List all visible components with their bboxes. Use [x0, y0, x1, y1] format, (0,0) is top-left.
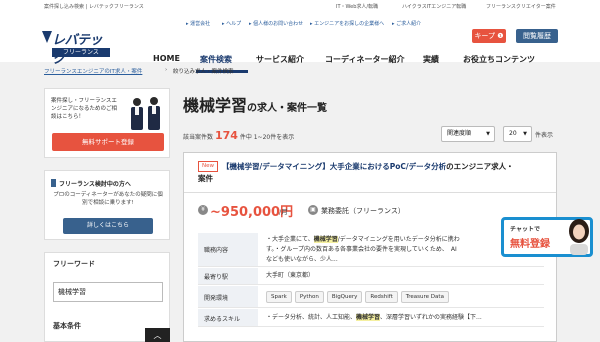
util-link-job-intro[interactable]: ▸ ご求人紹介: [392, 20, 421, 27]
keep-button[interactable]: キープ ❶: [472, 29, 506, 43]
top-link-creator[interactable]: フリーランスクリエイター案件: [486, 3, 556, 10]
top-link-it-web[interactable]: IT・Web求人/転職: [336, 3, 378, 10]
per-page-label: 件表示: [535, 132, 554, 139]
breadcrumb-current: 絞り込み求人・案件検索: [173, 69, 234, 75]
row-label: 求めるスキル: [198, 309, 258, 326]
logo-sub-text: フリーランス: [52, 48, 110, 57]
tag-treasure-data: Treasure Data: [400, 291, 449, 303]
nav-home[interactable]: HOME: [153, 54, 180, 63]
nav-job-search[interactable]: 案件検索: [200, 54, 232, 65]
flag-icon: [51, 179, 56, 187]
nav-content[interactable]: お役立ちコンテンツ: [463, 54, 535, 65]
chat-register-widget[interactable]: チャットで 無料登録: [501, 217, 593, 257]
consult-box: フリーランス検討中の方へ プロのコーディネーターがあなたの疑問に個別で相談に乗り…: [44, 170, 170, 240]
consult-detail-button[interactable]: 詳しくはこちら: [63, 218, 153, 234]
result-count-number: 174: [214, 129, 238, 142]
new-badge: New: [198, 161, 218, 172]
history-button[interactable]: 閲覧履歴: [516, 29, 558, 43]
util-link-contact[interactable]: ▸ 個人様のお問い合わせ: [249, 20, 303, 27]
row-label: 最寄り駅: [198, 268, 258, 284]
top-bar-title: 案件探し込み検索 | レバテックフリーランス: [44, 4, 144, 10]
job-row-station: 最寄り駅 大手町（東京都）: [198, 268, 544, 285]
basic-conditions-title: 基本条件: [53, 322, 81, 330]
free-support-register-button[interactable]: 無料サポート登録: [52, 133, 164, 151]
promo-text: 案件探し・フリーランスエンジニアになるためのご相談はこちら！: [51, 98, 118, 120]
job-title[interactable]: 【機械学習/データマイニング】大手企業におけるPoC/データ分析のエンジニア求人…: [222, 161, 547, 173]
tag-spark: Spark: [266, 291, 292, 303]
chevron-down-icon: ▼: [486, 131, 490, 137]
result-count: 該当案件数 174 件中 1~20件を表示: [183, 129, 295, 142]
logo-mark-icon: [42, 31, 52, 43]
nav-results[interactable]: 実績: [423, 54, 439, 65]
job-row-skills: 求めるスキル ・データ分析、統計、人工知能、機械学習、深層学習いずれかの実務経験…: [198, 309, 544, 327]
row-label: 開発環境: [198, 286, 258, 307]
job-row-environment: 開発環境 Spark Python BigQuery Redshift Treasure…: [198, 286, 544, 308]
tag-list: Spark Python BigQuery Redshift Treasure Data: [266, 291, 452, 303]
station-text: 大手町（東京都）: [266, 272, 315, 279]
top-link-highclass[interactable]: ハイクラスITエンジニア転職: [402, 3, 466, 10]
freeword-title: フリーワード: [53, 260, 95, 268]
duties-text: ・大手企業にて、機械学習/データマイニングを用いたデータ分析に携わ す。・グルー…: [266, 236, 460, 263]
per-month-label: /月: [279, 208, 288, 216]
breadcrumb-link[interactable]: フリーランスエンジニアのIT求人・案件: [44, 67, 142, 75]
tag-bigquery: BigQuery: [326, 291, 363, 303]
job-card-header: New 【機械学習/データマイニング】大手企業におけるPoC/データ分析のエンジ…: [184, 153, 556, 193]
operator-avatar: [569, 219, 589, 255]
scroll-top-icon[interactable]: ︿: [145, 328, 170, 342]
chevron-down-icon: ▼: [523, 131, 527, 137]
chat-small-label: チャットで: [510, 226, 540, 233]
nav-service[interactable]: サービス紹介: [256, 54, 304, 65]
chat-large-label: 無料登録: [510, 239, 550, 250]
yen-icon: ¥: [198, 205, 208, 215]
consult-desc: プロのコーディネーターがあなたの疑問に個別で相談に乗ります!: [53, 192, 163, 206]
util-link-help[interactable]: ▸ ヘルプ: [222, 20, 241, 27]
briefcase-icon: ▣: [308, 205, 318, 215]
page-title: 機械学習の求人・案件一覧: [183, 96, 328, 115]
site-header: レバテック フリーランス ▸ 運営会社 ▸ ヘルプ ▸ 個人様のお問い合わせ ▸…: [0, 12, 600, 73]
util-link-enterprise[interactable]: ▸ エンジニアをお探しの企業様へ: [310, 20, 384, 27]
coordinators-image: [131, 97, 160, 130]
skills-text: ・データ分析、統計、人工知能、機械学習、深層学習いずれかの実務経験【下...: [266, 314, 482, 321]
logo[interactable]: レバテック フリーランス: [42, 29, 114, 67]
keep-count-icon: ❶: [497, 32, 504, 40]
job-row-duties: 職務内容 ・大手企業にて、機械学習/データマイニングを用いたデータ分析に携わ す…: [198, 233, 544, 267]
top-bar: 案件探し込み検索 | レバテックフリーランス IT・Web求人/転職 ハイクラス…: [0, 0, 600, 12]
breadcrumb-separator-icon: ›: [165, 67, 168, 73]
tag-redshift: Redshift: [365, 291, 398, 303]
freeword-input[interactable]: 機械学習: [53, 282, 163, 302]
tag-python: Python: [294, 291, 324, 303]
util-link-company[interactable]: ▸ 運営会社: [186, 20, 210, 27]
contract-type: 業務委託（フリーランス）: [321, 207, 405, 215]
consult-title: フリーランス検討中の方へ: [59, 181, 131, 188]
sort-select[interactable]: 関連度順 ▼: [441, 126, 495, 142]
freeword-panel: フリーワード 機械学習 基本条件 ︿: [44, 252, 170, 342]
job-title-line2: 案件: [198, 174, 213, 183]
nav-coordinator[interactable]: コーディネーター紹介: [325, 54, 404, 65]
support-promo: 案件探し・フリーランスエンジニアになるためのご相談はこちら！ 無料サポート登録: [44, 88, 170, 158]
per-page-select[interactable]: 20 ▼: [503, 126, 532, 142]
row-label: 職務内容: [198, 233, 258, 266]
